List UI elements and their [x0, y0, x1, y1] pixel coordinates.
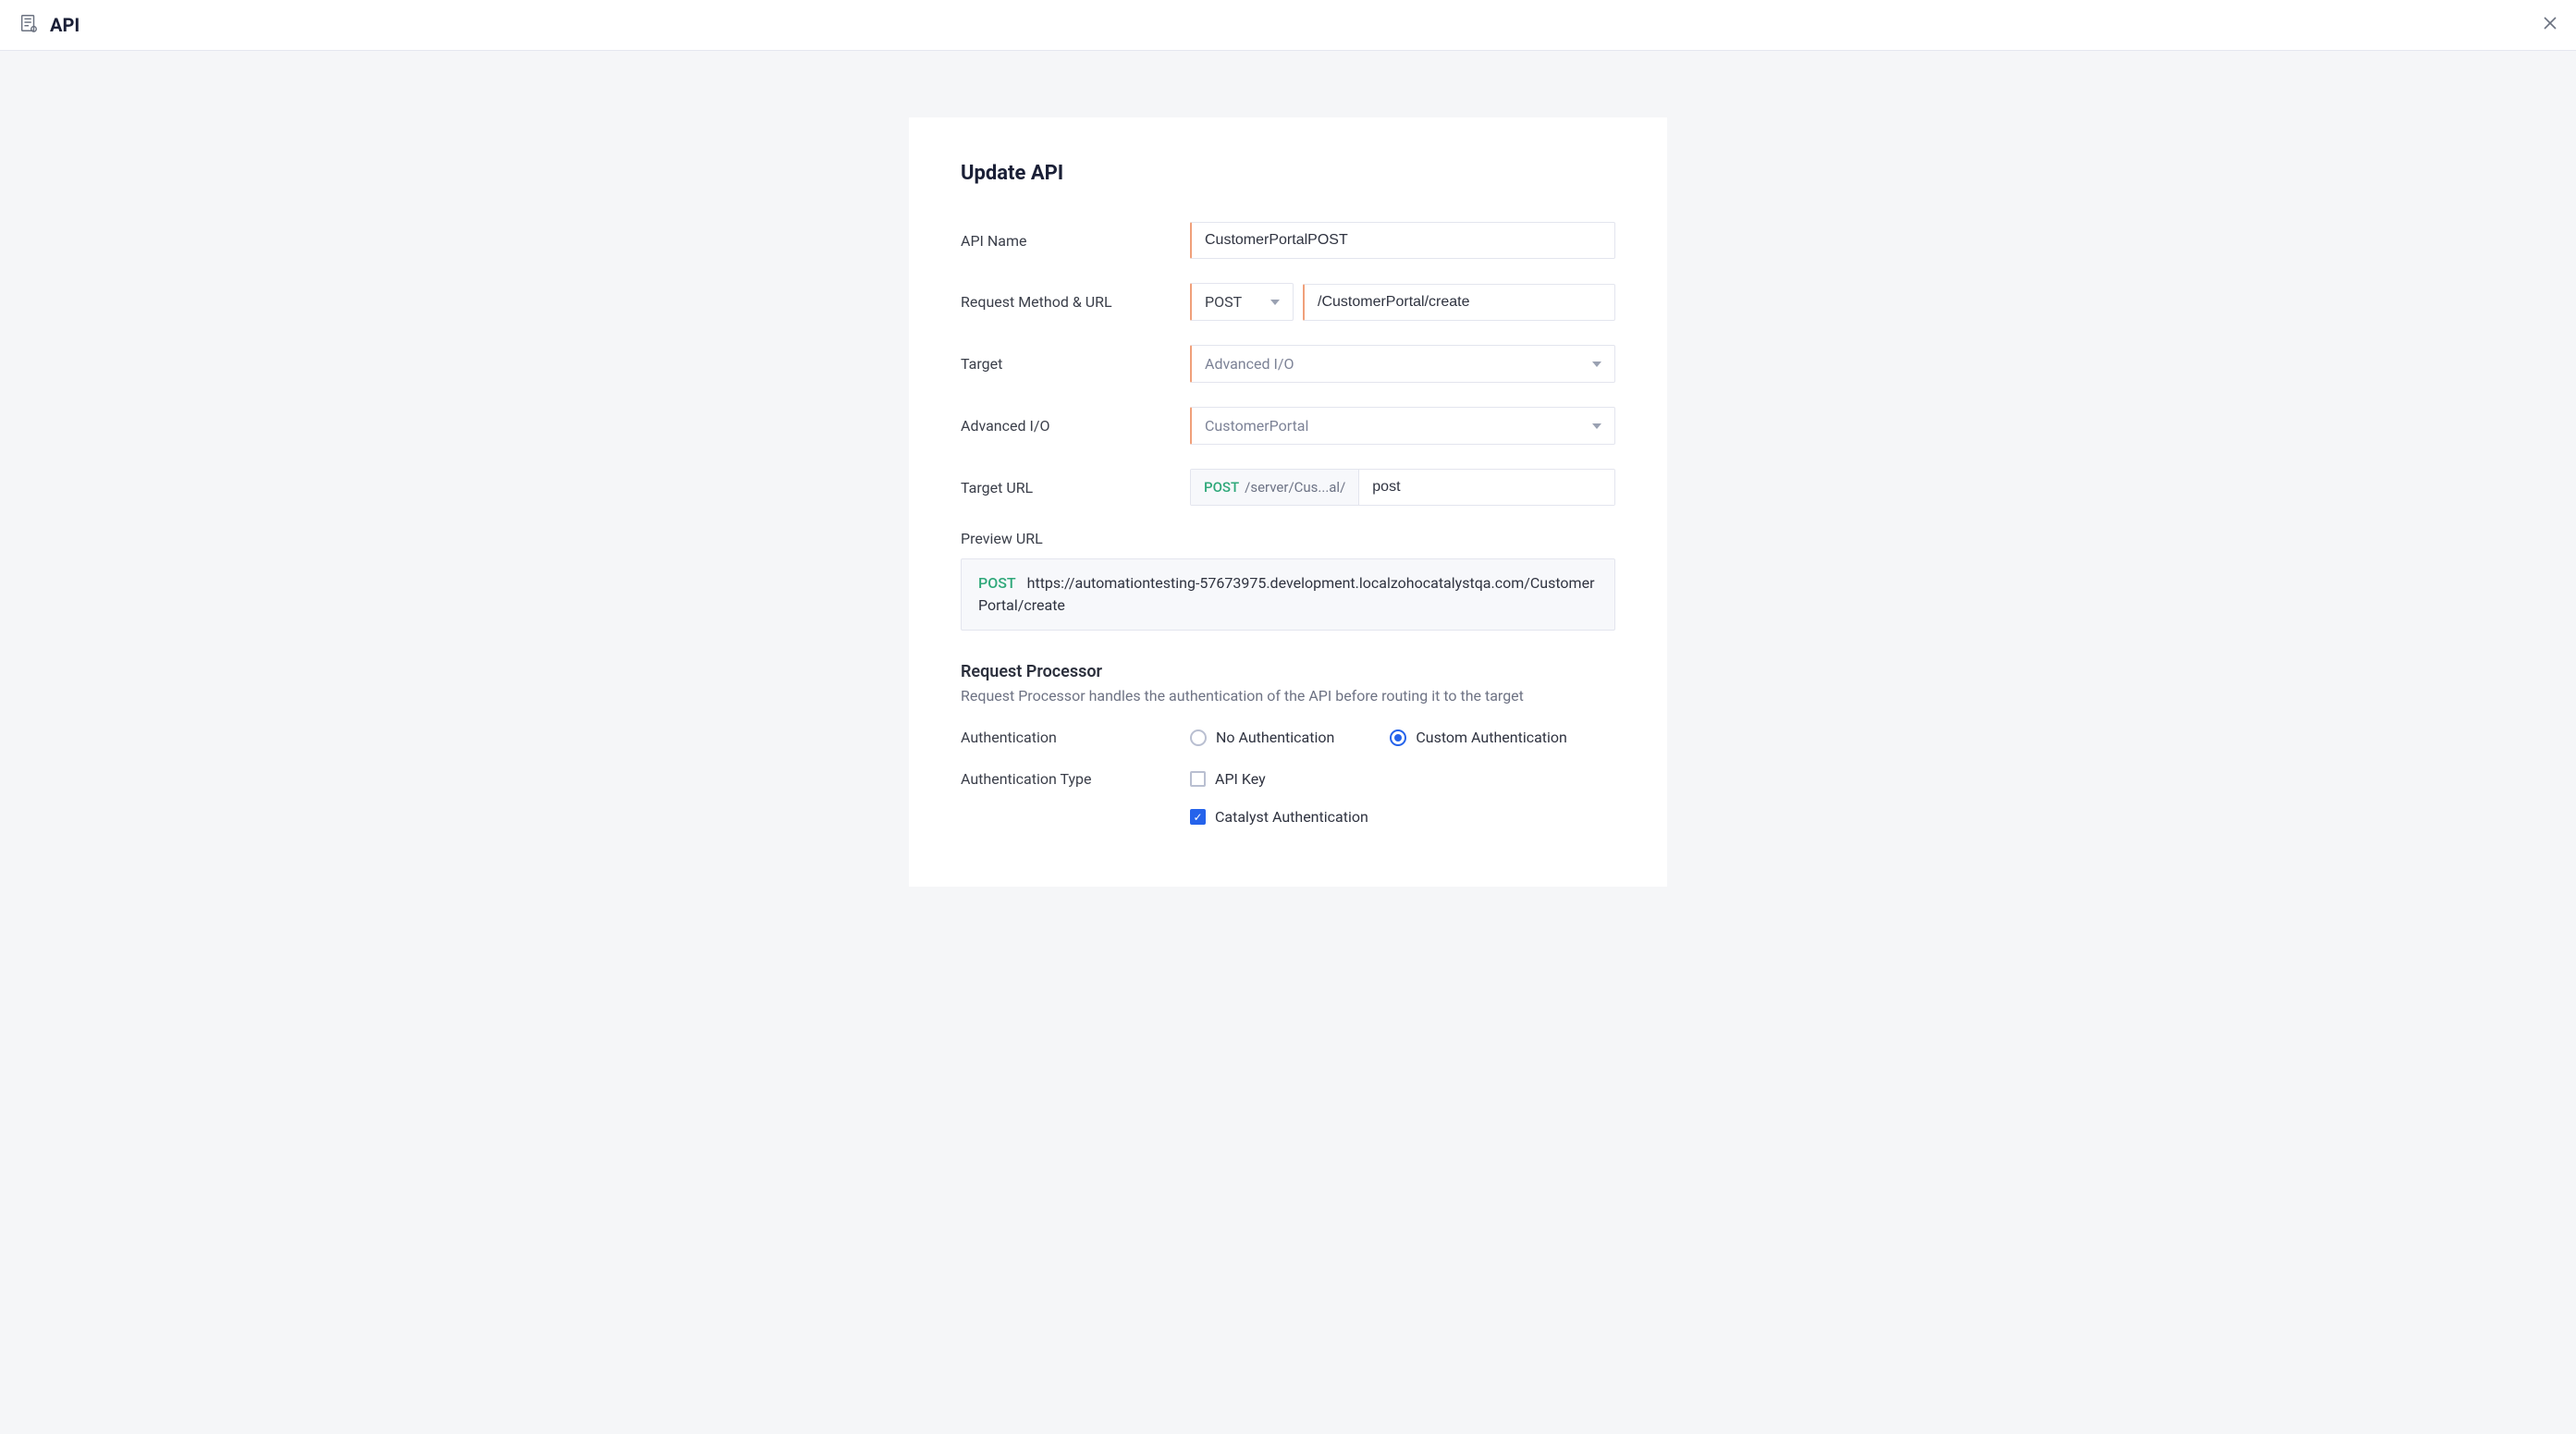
- radio-icon: [1190, 729, 1207, 746]
- chevron-down-icon: [1270, 300, 1280, 305]
- checkbox-api-key-label: API Key: [1215, 770, 1266, 788]
- row-target: Target Advanced I/O: [961, 345, 1615, 383]
- radio-no-auth-label: No Authentication: [1216, 729, 1334, 746]
- authentication-radio-group: No Authentication Custom Authentication: [1190, 729, 1567, 746]
- checkbox-api-key[interactable]: API Key: [1190, 770, 1368, 788]
- radio-custom-authentication[interactable]: Custom Authentication: [1390, 729, 1567, 746]
- update-api-panel: Update API API Name Request Method & URL…: [909, 117, 1667, 887]
- radio-custom-auth-label: Custom Authentication: [1416, 729, 1567, 746]
- label-authentication: Authentication: [961, 729, 1164, 746]
- close-icon: [2543, 16, 2558, 34]
- top-bar-left: API: [18, 13, 80, 37]
- target-url-group: POST /server/Cus...al/: [1190, 469, 1615, 506]
- chevron-down-icon: [1592, 362, 1601, 367]
- request-processor-title: Request Processor: [961, 662, 1615, 681]
- checkbox-icon: [1190, 771, 1206, 787]
- row-authentication-type: Authentication Type API Key ✓ Catalyst A…: [961, 770, 1615, 826]
- preview-url-method: POST: [978, 574, 1016, 592]
- input-target-url[interactable]: [1359, 470, 1614, 505]
- label-advanced-io: Advanced I/O: [961, 417, 1164, 435]
- chevron-down-icon: [1592, 423, 1601, 429]
- select-target-value: Advanced I/O: [1205, 355, 1294, 373]
- close-button[interactable]: [2543, 16, 2558, 34]
- input-request-url[interactable]: [1303, 284, 1615, 321]
- target-url-prefix: POST /server/Cus...al/: [1191, 470, 1359, 505]
- row-preview-url: Preview URL POST https://automationtesti…: [961, 530, 1615, 631]
- row-api-name: API Name: [961, 222, 1615, 259]
- top-bar: API: [0, 0, 2576, 51]
- api-icon: [18, 13, 39, 37]
- label-preview-url: Preview URL: [961, 530, 1615, 547]
- request-processor-desc: Request Processor handles the authentica…: [961, 687, 1615, 705]
- checkbox-catalyst-auth[interactable]: ✓ Catalyst Authentication: [1190, 808, 1368, 826]
- label-request-method: Request Method & URL: [961, 293, 1164, 311]
- radio-no-authentication[interactable]: No Authentication: [1190, 729, 1334, 746]
- panel-heading: Update API: [961, 162, 1615, 185]
- row-target-url: Target URL POST /server/Cus...al/: [961, 469, 1615, 506]
- select-target[interactable]: Advanced I/O: [1190, 345, 1615, 383]
- select-advanced-io-value: CustomerPortal: [1205, 417, 1308, 435]
- select-request-method[interactable]: POST: [1190, 283, 1294, 321]
- input-api-name[interactable]: [1190, 222, 1615, 259]
- row-request-method: Request Method & URL POST: [961, 283, 1615, 321]
- checkbox-icon: ✓: [1190, 809, 1206, 825]
- row-authentication: Authentication No Authentication Custom …: [961, 729, 1615, 746]
- radio-icon: [1390, 729, 1406, 746]
- label-api-name: API Name: [961, 232, 1164, 250]
- target-url-prefix-path: /server/Cus...al/: [1245, 479, 1345, 496]
- page-title: API: [50, 14, 80, 36]
- authentication-type-list: API Key ✓ Catalyst Authentication: [1190, 770, 1368, 826]
- checkbox-catalyst-label: Catalyst Authentication: [1215, 808, 1368, 826]
- select-request-method-value: POST: [1205, 293, 1242, 311]
- label-target: Target: [961, 355, 1164, 373]
- select-advanced-io[interactable]: CustomerPortal: [1190, 407, 1615, 445]
- label-target-url: Target URL: [961, 479, 1164, 496]
- target-url-method: POST: [1204, 479, 1239, 496]
- row-advanced-io: Advanced I/O CustomerPortal: [961, 407, 1615, 445]
- label-authentication-type: Authentication Type: [961, 770, 1164, 788]
- preview-url-value: https://automationtesting-57673975.devel…: [978, 574, 1595, 614]
- panel-wrap: Update API API Name Request Method & URL…: [0, 51, 2576, 924]
- preview-url-box: POST https://automationtesting-57673975.…: [961, 558, 1615, 631]
